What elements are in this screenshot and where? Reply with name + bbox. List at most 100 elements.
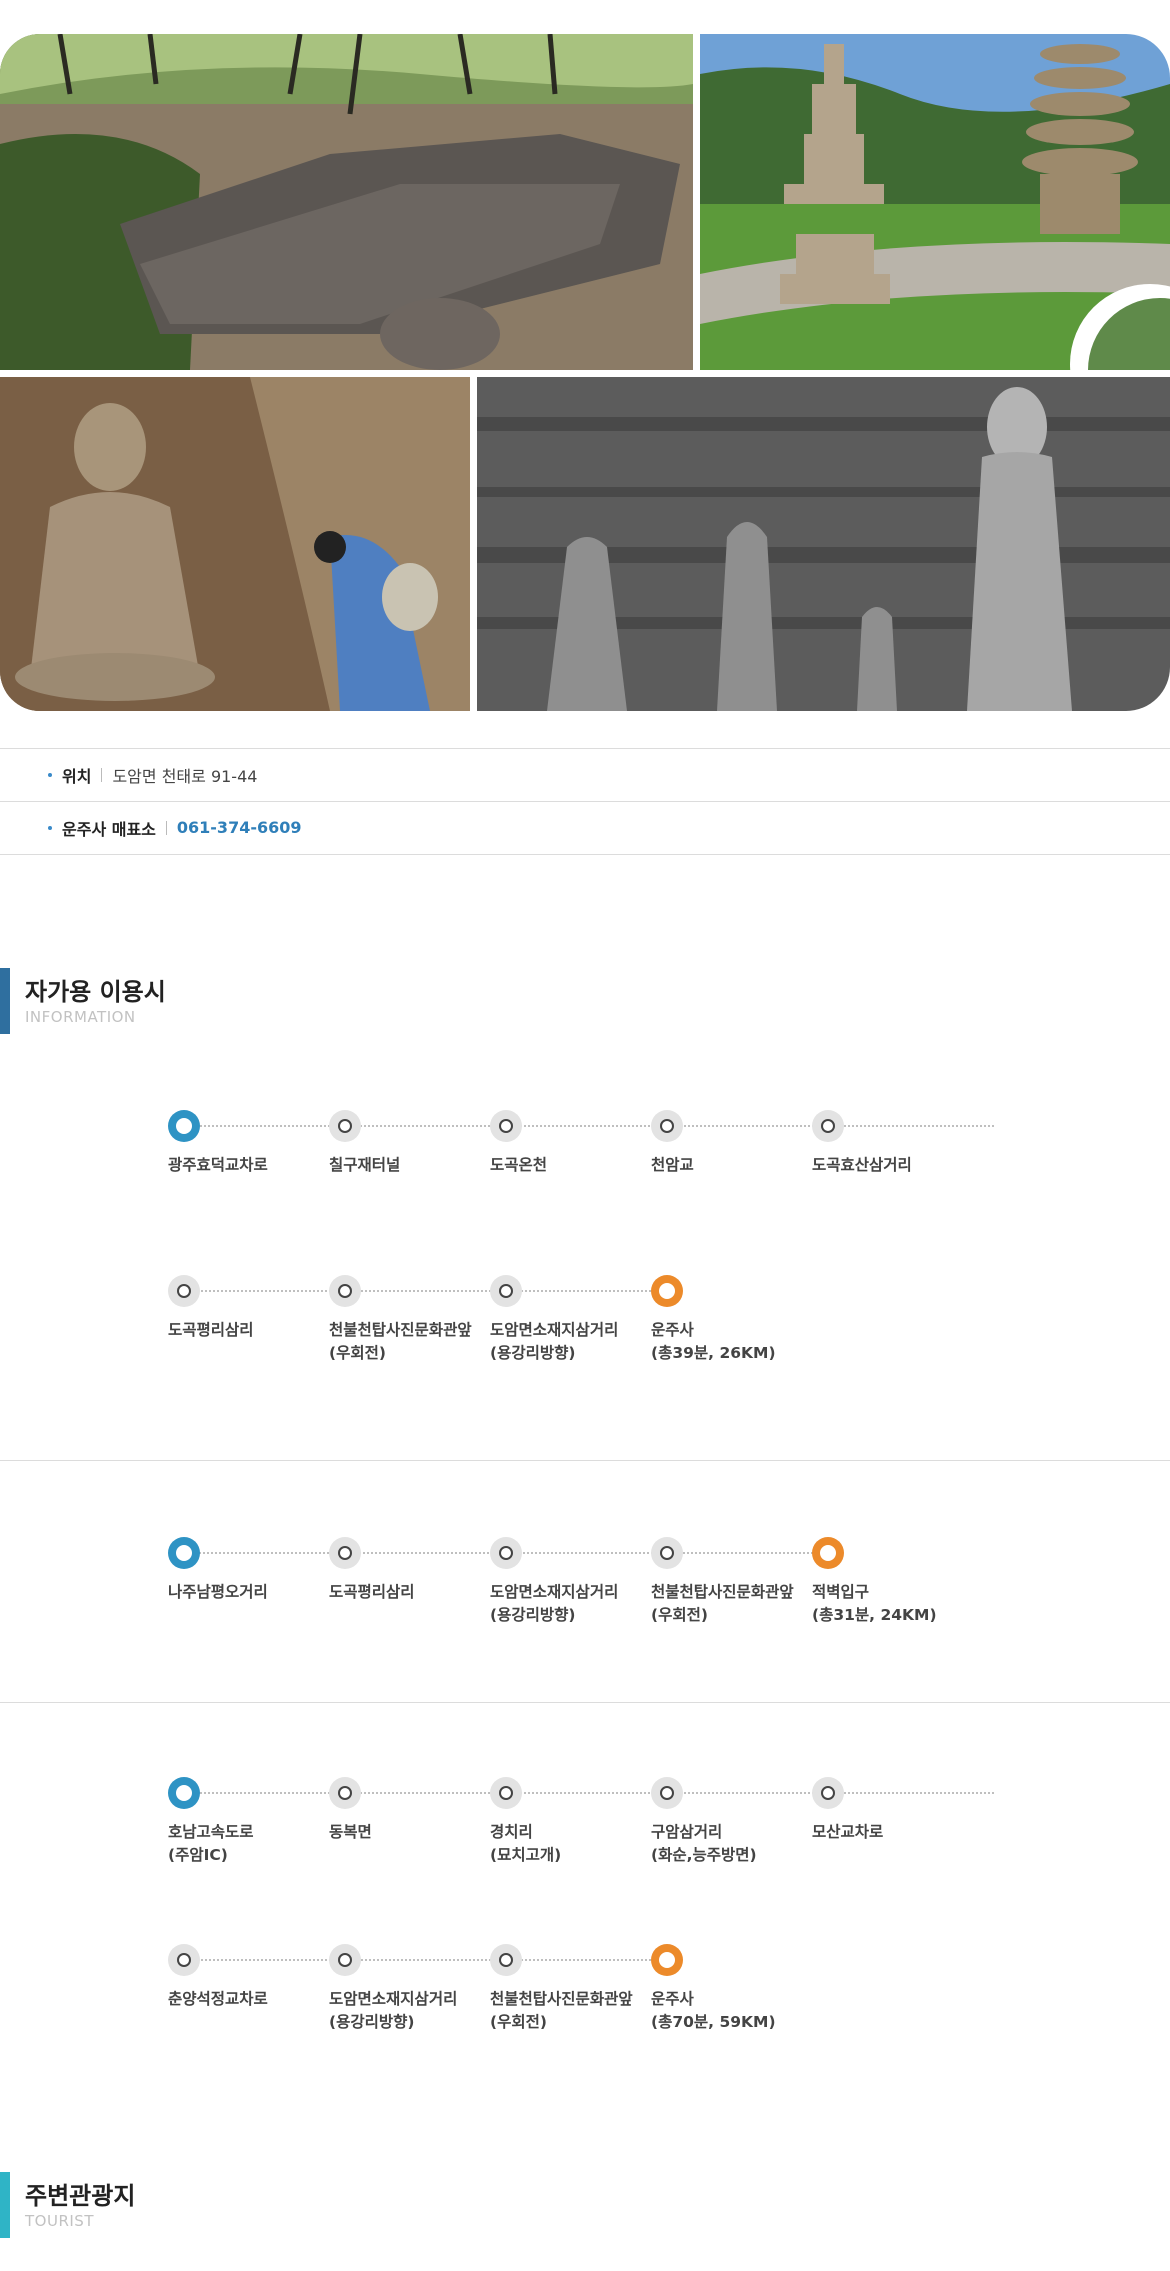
route-stop: 적벽입구 (총31분, 24KM): [812, 1537, 972, 1627]
route-stop-line1: 동복면: [329, 1823, 372, 1841]
ticket-office-label: 운주사 매표소: [62, 819, 156, 839]
route-stop-name: 광주효덕교차로: [168, 1154, 328, 1177]
route-stop: 나주남평오거리: [168, 1537, 328, 1604]
seated-buddha-photo: [0, 377, 470, 711]
waypoint-marker-icon: [329, 1275, 361, 1307]
route-stop-line2: (화순,능주방면): [651, 1846, 757, 1864]
route-stop-name: 칠구재터널: [329, 1154, 489, 1177]
section-accent-bar: [0, 2172, 10, 2238]
route-stop-line1: 도곡효산삼거리: [812, 1156, 912, 1174]
route-stop-line1: 천불천탑사진문화관앞: [329, 1321, 472, 1339]
waypoint-marker-icon: [168, 1275, 200, 1307]
waypoint-marker-icon: [168, 1944, 200, 1976]
route-stop-name: 도곡평리삼리: [168, 1319, 328, 1342]
route-stop: 칠구재터널: [329, 1110, 489, 1177]
section-title: 주변관광지: [25, 2182, 136, 2210]
end-marker-icon: [812, 1537, 844, 1569]
route-line: 광주효덕교차로 칠구재터널 도곡온천 천암교 도곡효산삼거리: [168, 1110, 994, 1210]
section-accent-bar: [0, 968, 10, 1034]
section-subtitle: TOURIST: [25, 2212, 94, 2230]
route-stop-line1: 천불천탑사진문화관앞: [490, 1990, 633, 2008]
waypoint-marker-icon: [812, 1777, 844, 1809]
location-row: 위치 도암면 천태로 91-44: [0, 748, 1170, 800]
route-stop-line2: (우회전): [490, 2013, 547, 2031]
waypoint-marker-icon: [490, 1944, 522, 1976]
route-stop-line1: 도곡평리삼리: [168, 1321, 254, 1339]
route-stop: 도암면소재지삼거리 (용강리방향): [490, 1537, 650, 1627]
waypoint-marker-icon: [651, 1537, 683, 1569]
route-stop-name: 구암삼거리 (화순,능주방면): [651, 1821, 811, 1867]
bullet-icon: [48, 772, 52, 777]
route-stop-line1: 도암면소재지삼거리: [490, 1321, 619, 1339]
route-stop-line1: 도곡온천: [490, 1156, 548, 1174]
waypoint-marker-icon: [490, 1777, 522, 1809]
route-stop-line2: (우회전): [329, 1344, 386, 1362]
route-stop-line1: 천암교: [651, 1156, 694, 1174]
route-stop: 도암면소재지삼거리 (용강리방향): [490, 1275, 650, 1365]
route-stop: 도곡평리삼리: [168, 1275, 328, 1342]
route-line: 나주남평오거리 도곡평리삼리 도암면소재지삼거리 (용강리방향) 천불천탑사진문화관앞 (…: [168, 1537, 988, 1637]
route-stop-name: 천불천탑사진문화관앞 (우회전): [651, 1581, 811, 1627]
route-stop-name: 모산교차로: [812, 1821, 972, 1844]
bullet-icon: [48, 825, 52, 830]
end-marker-icon: [651, 1275, 683, 1307]
route-stop-line1: 호남고속도로: [168, 1823, 254, 1841]
route-stop-line1: 경치리: [490, 1823, 533, 1841]
route-stop-name: 도곡온천: [490, 1154, 650, 1177]
route-stop-name: 천암교: [651, 1154, 811, 1177]
route-stop-line2: (우회전): [651, 1606, 708, 1624]
route-stop: 도곡평리삼리: [329, 1537, 489, 1604]
route-stop-line1: 나주남평오거리: [168, 1583, 268, 1601]
ticket-office-phone[interactable]: 061-374-6609: [177, 818, 302, 837]
waypoint-marker-icon: [490, 1537, 522, 1569]
route-stop-line1: 천불천탑사진문화관앞: [651, 1583, 794, 1601]
route-divider: [0, 1460, 1170, 1461]
section-subtitle: INFORMATION: [25, 1008, 136, 1026]
route-stop-name: 도곡평리삼리: [329, 1581, 489, 1604]
route-stop-name: 동복면: [329, 1821, 489, 1844]
route-stop: 천불천탑사진문화관앞 (우회전): [490, 1944, 650, 2034]
route-stop-line2: (주암IC): [168, 1846, 228, 1864]
end-marker-icon: [651, 1944, 683, 1976]
waypoint-marker-icon: [329, 1537, 361, 1569]
route-stop: 광주효덕교차로: [168, 1110, 328, 1177]
route-stop-line1: 도곡평리삼리: [329, 1583, 415, 1601]
route-line: 춘양석정교차로 도암면소재지삼거리 (용강리방향) 천불천탑사진문화관앞 (우회전) 운주…: [168, 1944, 988, 2044]
route-stop-line1: 운주사: [651, 1990, 694, 2008]
route-stop-name: 도곡효산삼거리: [812, 1154, 972, 1177]
route-stop: 도곡온천: [490, 1110, 650, 1177]
route-stop-line1: 구암삼거리: [651, 1823, 723, 1841]
route-stop-name: 도암면소재지삼거리 (용강리방향): [490, 1319, 650, 1365]
route-stop-line1: 모산교차로: [812, 1823, 884, 1841]
route-stop-line1: 광주효덕교차로: [168, 1156, 268, 1174]
route-stop-name: 운주사 (총39분, 26KM): [651, 1319, 811, 1365]
route-stop: 호남고속도로 (주암IC): [168, 1777, 328, 1867]
route-stop-name: 나주남평오거리: [168, 1581, 328, 1604]
route-stop: 모산교차로: [812, 1777, 972, 1844]
route-stop-line2: (용강리방향): [329, 2013, 415, 2031]
route-stop: 구암삼거리 (화순,능주방면): [651, 1777, 811, 1867]
route-stop-line2: (총70분, 59KM): [651, 2013, 776, 2031]
route-stop-line2: (총31분, 24KM): [812, 1606, 937, 1624]
route-stop-line1: 도암면소재지삼거리: [490, 1583, 619, 1601]
route-stop: 도암면소재지삼거리 (용강리방향): [329, 1944, 489, 2034]
info-bottom-border: [0, 854, 1170, 855]
route-stop: 천불천탑사진문화관앞 (우회전): [651, 1537, 811, 1627]
standing-buddhas-photo: [477, 377, 1170, 711]
location-label: 위치: [62, 766, 92, 786]
route-stop-line1: 칠구재터널: [329, 1156, 401, 1174]
route-stop-line1: 운주사: [651, 1321, 694, 1339]
route-stop-name: 춘양석정교차로: [168, 1988, 328, 2011]
waypoint-marker-icon: [329, 1110, 361, 1142]
route-stop-name: 도암면소재지삼거리 (용강리방향): [329, 1988, 489, 2034]
route-stop-name: 도암면소재지삼거리 (용강리방향): [490, 1581, 650, 1627]
waypoint-marker-icon: [490, 1275, 522, 1307]
ticket-office-row: 운주사 매표소 061-374-6609: [0, 801, 1170, 853]
start-marker-icon: [168, 1777, 200, 1809]
route-divider: [0, 1702, 1170, 1703]
start-marker-icon: [168, 1537, 200, 1569]
route-stop-line1: 도암면소재지삼거리: [329, 1990, 458, 2008]
location-value: 도암면 천태로 91-44: [112, 766, 258, 786]
route-stop-name: 경치리 (묘치고개): [490, 1821, 650, 1867]
route-stop-name: 호남고속도로 (주암IC): [168, 1821, 328, 1867]
